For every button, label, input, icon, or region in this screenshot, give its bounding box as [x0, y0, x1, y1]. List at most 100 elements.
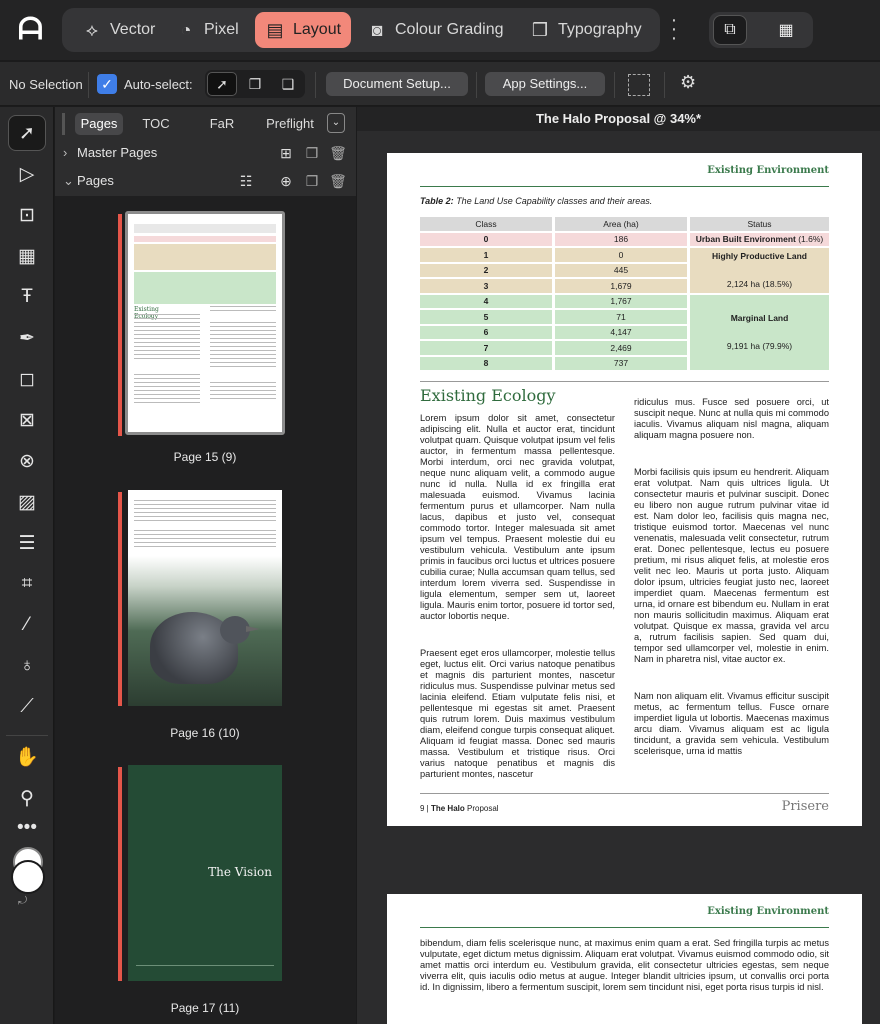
auto-select-checkbox[interactable]: ✓: [97, 74, 117, 94]
snapping-icon[interactable]: [628, 74, 650, 96]
thumb-page-17[interactable]: The Vision: [128, 765, 282, 981]
hand-tool-icon[interactable]: ✋: [8, 739, 46, 775]
picture-frame-tool-icon[interactable]: ⊠: [8, 402, 46, 438]
body-column-2: ridiculus mus. Fusce sed posuere orci, u…: [634, 397, 829, 757]
app-logo-icon[interactable]: ᗩ: [18, 14, 50, 46]
persona-vector[interactable]: ⟡ Vector: [72, 12, 165, 48]
persona-layout[interactable]: ▤ Layout: [255, 12, 352, 48]
pixel-icon: ◔: [180, 19, 192, 40]
tab-pages[interactable]: Pages: [75, 113, 123, 135]
duplicate-icon[interactable]: ❐: [303, 172, 321, 190]
page-layout-icon[interactable]: ☷: [237, 172, 255, 190]
tab-preflight[interactable]: Preflight: [262, 113, 318, 135]
ellipse-frame-tool-icon[interactable]: ⊗: [8, 443, 46, 479]
document-page-9[interactable]: Existing Environment Table 2: The Land U…: [387, 153, 862, 826]
thumb-label-15: Page 15 (9): [173, 450, 237, 464]
layers-icon[interactable]: ❑: [273, 72, 303, 96]
running-header: Existing Environment: [707, 165, 829, 176]
paragraph: Praesent eget eros ullamcorper, molestie…: [420, 648, 615, 779]
master-pages-section[interactable]: › Master Pages ⊞ ❐ 🗑: [55, 139, 356, 167]
persona-switcher: ⟡ Vector ◔ Pixel ▤ Layout ◙ Colour Grading ❒…: [62, 8, 660, 52]
spread-marker: [118, 214, 122, 436]
trash-icon[interactable]: 🗑: [329, 172, 347, 190]
assets-icon[interactable]: ⧉: [713, 15, 747, 45]
tab-far[interactable]: FaR: [203, 113, 241, 135]
divider: [664, 72, 665, 98]
crop-tool-icon[interactable]: ⌗: [8, 566, 46, 602]
body-text: bibendum, diam felis scelerisque nunc, a…: [420, 938, 829, 992]
right-button-group: ⧉ ▦: [709, 12, 813, 48]
header-rule: [420, 186, 829, 187]
more-icon[interactable]: · · ·: [669, 10, 679, 48]
tools-toolbar: ➚ ▷ ⊡ ▦ Ŧ ✒ ◻ ⊠ ⊗ ▨ ☰ ⌗ ⁄ ♁ ⟋ ✋ ⚲ ••• ⤾: [0, 107, 54, 1024]
spread-marker: [118, 767, 122, 981]
swap-colors-icon[interactable]: ⤾: [18, 895, 27, 908]
cover-title: The Vision: [208, 865, 272, 879]
land-use-table: Class Area (ha) Status 0 186 Urban Built…: [417, 215, 832, 372]
table-rule: [420, 381, 829, 382]
move-tool-icon[interactable]: ➚: [8, 115, 46, 151]
bird-photo: [128, 556, 282, 706]
fill-color-swatch[interactable]: [11, 860, 45, 894]
section-title: Existing Ecology: [420, 386, 556, 405]
frame-text-tool-icon[interactable]: ⊡: [8, 197, 46, 233]
rectangle-tool-icon[interactable]: ◻: [8, 361, 46, 397]
intersect-icon[interactable]: ❐: [240, 72, 270, 96]
grid-icon[interactable]: ▦: [769, 15, 803, 45]
page-thumbnails: Existing Ecology Page 15 (9) Page 16 (10…: [55, 196, 356, 1024]
duplicate-icon[interactable]: ❐: [303, 144, 321, 162]
running-header: Existing Environment: [707, 906, 829, 917]
add-page-icon[interactable]: ⊕: [277, 172, 295, 190]
cursor-icon[interactable]: ➚: [207, 72, 237, 96]
transparency-tool-icon[interactable]: ♁: [8, 648, 46, 684]
divider: [315, 72, 316, 98]
thumb-page-15[interactable]: Existing Ecology: [125, 211, 285, 435]
document-page-10[interactable]: Existing Environment bibendum, diam feli…: [387, 894, 862, 1024]
master-pages-label: Master Pages: [77, 145, 158, 160]
divider: [6, 735, 48, 736]
text-flow-tool-icon[interactable]: ☰: [8, 525, 46, 561]
gear-icon[interactable]: ⚙: [680, 72, 696, 93]
footer-rule: [420, 793, 829, 794]
persona-colour-grading[interactable]: ◙ Colour Grading: [357, 12, 514, 48]
table-header-row: Class Area (ha) Status: [420, 217, 829, 231]
pen-tool-icon[interactable]: ✒: [8, 320, 46, 356]
color-picker-tool-icon[interactable]: ⟋: [8, 689, 46, 725]
thumb-page-16[interactable]: [128, 490, 282, 706]
zoom-tool-icon[interactable]: ⚲: [8, 780, 46, 816]
trash-icon[interactable]: 🗑: [329, 144, 347, 162]
chevron-down-icon[interactable]: ⌄: [327, 113, 345, 133]
divider: [88, 72, 89, 98]
more-tools-icon[interactable]: •••: [8, 817, 46, 839]
table-row: 0 186 Urban Built Environment (1.6%): [420, 232, 829, 246]
selection-mode-group: ➚ ❐ ❑: [205, 70, 305, 98]
document-setup-button[interactable]: Document Setup...: [326, 72, 468, 96]
pages-section[interactable]: ⌄ Pages ☷ ⊕ ❐ 🗑: [55, 167, 356, 195]
spread-marker: [118, 492, 122, 706]
body-column-1: Existing Ecology Lorem ipsum dolor sit a…: [420, 386, 615, 780]
paragraph: ridiculus mus. Fusce sed posuere orci, u…: [634, 397, 829, 440]
panel-grip: [62, 113, 65, 135]
pages-label: Pages: [77, 173, 114, 188]
table-caption: Table 2: The Land Use Capability classes…: [420, 196, 653, 206]
place-image-tool-icon[interactable]: ▨: [8, 484, 46, 520]
node-tool-icon[interactable]: ▷: [8, 156, 46, 192]
paragraph: Nam non aliquam elit. Vivamus efficitur …: [634, 691, 829, 756]
table-tool-icon[interactable]: ▦: [8, 238, 46, 274]
gradient-tool-icon[interactable]: ⁄: [8, 607, 46, 643]
tab-toc[interactable]: TOC: [135, 113, 177, 135]
table-row: 4 1,767 Marginal Land 9,191 ha (79.9%): [420, 294, 829, 370]
persona-typography[interactable]: ❒ Typography: [520, 12, 652, 48]
top-toolbar: ᗩ ⟡ Vector ◔ Pixel ▤ Layout ◙ Colour Grading…: [0, 0, 880, 60]
app-settings-button[interactable]: App Settings...: [485, 72, 605, 96]
divider: [614, 72, 615, 98]
page-footer: 9 | The Halo Proposal: [420, 804, 499, 813]
book-icon: ❒: [531, 19, 549, 40]
divider: [476, 72, 477, 98]
table-row: 1 0 Highly Productive Land 2,124 ha (18.5…: [420, 248, 829, 293]
chevron-down-icon: ⌄: [63, 173, 74, 188]
layout-icon: ▤: [266, 19, 284, 40]
persona-pixel[interactable]: ◔ Pixel: [166, 12, 249, 48]
artistic-text-tool-icon[interactable]: Ŧ: [8, 279, 46, 315]
add-master-icon[interactable]: ⊞: [277, 144, 295, 162]
